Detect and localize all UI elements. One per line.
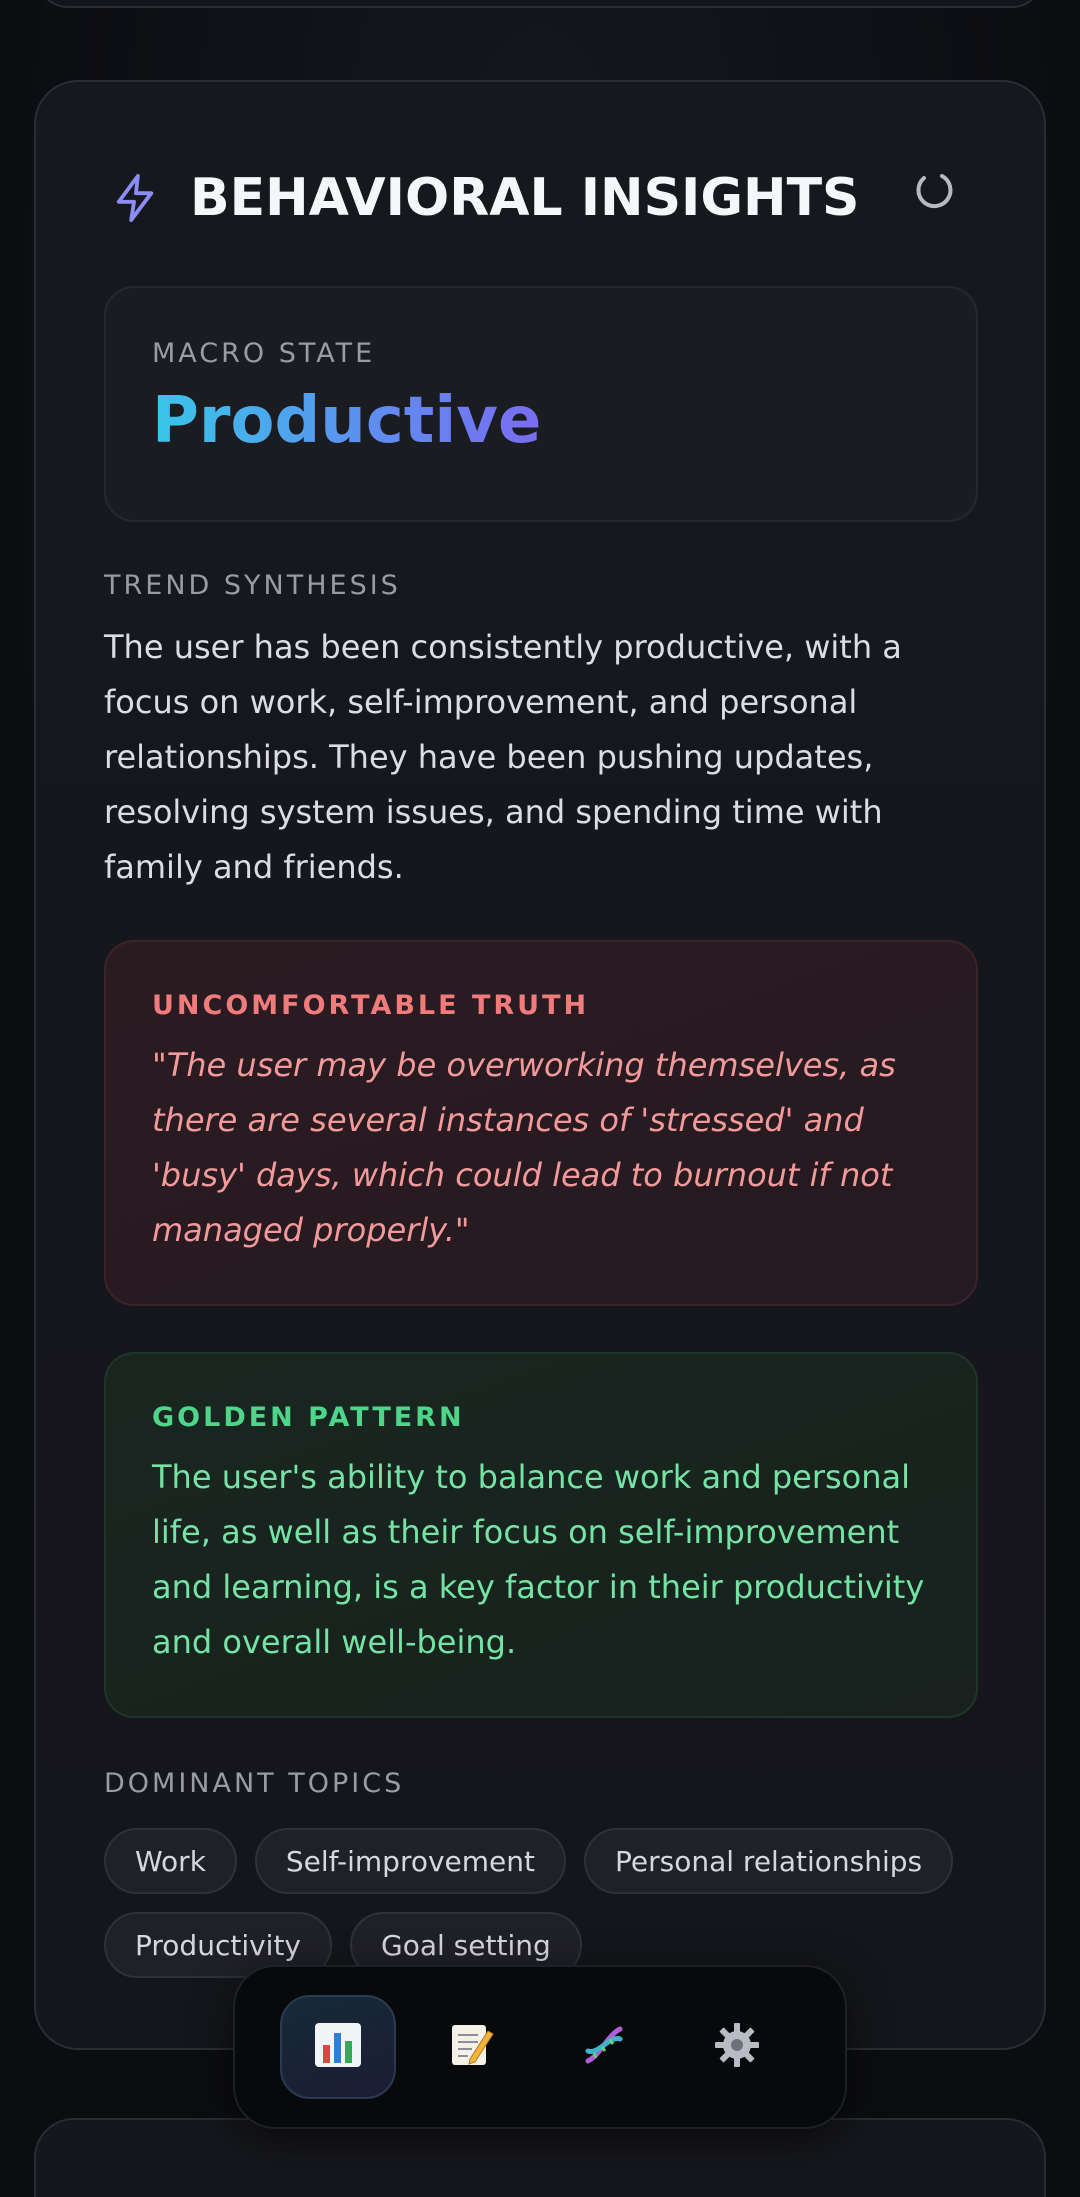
gear-icon — [714, 2022, 760, 2072]
macro-state-value: Productive — [152, 384, 542, 458]
macro-state-panel: MACRO STATE Productive — [104, 286, 978, 522]
card-header: BEHAVIORAL INSIGHTS — [110, 168, 860, 228]
refresh-icon[interactable] — [912, 168, 956, 212]
topic-chip[interactable]: Self-improvement — [254, 1828, 566, 1894]
behavioral-insights-card: BEHAVIORAL INSIGHTS MACRO STATE Producti… — [34, 80, 1046, 2050]
dna-icon — [580, 2021, 628, 2073]
uncomfortable-truth-text: "The user may be overworking themselves,… — [152, 1046, 896, 1249]
nav-settings-button[interactable] — [679, 1995, 795, 2099]
trend-synthesis-text: The user has been consistently productiv… — [104, 628, 902, 886]
topic-chip[interactable]: Personal relationships — [584, 1828, 954, 1894]
uncomfortable-truth-panel: UNCOMFORTABLE TRUTH "The user may be ove… — [104, 940, 978, 1306]
previous-card — [36, 0, 1044, 8]
app-screen: BEHAVIORAL INSIGHTS MACRO STATE Producti… — [0, 0, 1080, 2197]
memo-icon — [448, 2021, 494, 2073]
macro-state-label: MACRO STATE — [152, 338, 376, 369]
card-title: BEHAVIORAL INSIGHTS — [190, 168, 860, 228]
next-card — [34, 2118, 1046, 2197]
dominant-topics-label: DOMINANT TOPICS — [104, 1768, 405, 1799]
golden-pattern-label: GOLDEN PATTERN — [152, 1402, 465, 1433]
bottom-nav-bar — [233, 1965, 847, 2129]
golden-pattern-panel: GOLDEN PATTERN The user's ability to bal… — [104, 1352, 978, 1718]
nav-insights-button[interactable] — [280, 1995, 396, 2099]
trend-synthesis-label: TREND SYNTHESIS — [104, 570, 401, 601]
bar-chart-icon — [313, 2021, 363, 2073]
golden-pattern-text: The user's ability to balance work and p… — [152, 1458, 925, 1661]
uncomfortable-truth-label: UNCOMFORTABLE TRUTH — [152, 990, 590, 1021]
nav-dna-button[interactable] — [546, 1995, 662, 2099]
nav-journal-button[interactable] — [413, 1995, 529, 2099]
topic-chip[interactable]: Work — [104, 1828, 237, 1894]
dominant-topics-list: Work Self-improvement Personal relations… — [104, 1828, 1004, 1978]
lightning-bolt-icon — [110, 173, 160, 223]
